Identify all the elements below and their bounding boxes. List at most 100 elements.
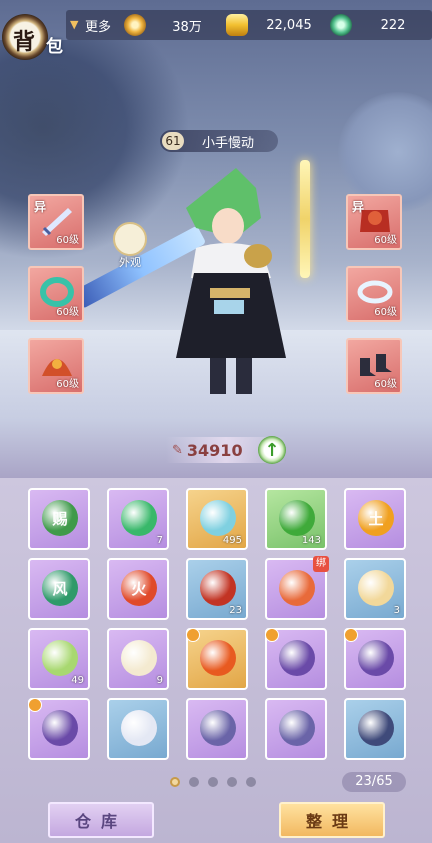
inventory-slot[interactable]: 土 xyxy=(344,488,406,550)
inventory-slot[interactable]: 23 xyxy=(186,558,248,620)
item-count: 495 xyxy=(222,535,242,546)
special-tag: 异 xyxy=(352,200,365,214)
equip-level: 60级 xyxy=(374,235,397,246)
sort-button[interactable]: 整理 xyxy=(279,802,385,838)
bag-title-badge: 背 包 xyxy=(2,14,68,60)
inventory-slot[interactable] xyxy=(344,698,406,760)
equip-slot-boots[interactable]: 60级 xyxy=(346,338,402,394)
power-value: 34910 xyxy=(186,440,243,460)
purple-pouch-icon xyxy=(42,710,78,746)
upgrade-badge-icon xyxy=(186,628,200,642)
noodle-bowl-icon xyxy=(279,570,315,606)
character-namebar: 61 小手慢动 xyxy=(160,130,278,152)
item-count: 9 xyxy=(156,675,163,686)
upgrade-badge-icon xyxy=(344,628,358,642)
inventory-slot[interactable]: 绑 xyxy=(265,556,329,620)
bag-capacity: 23/65 xyxy=(342,772,406,792)
inventory-slot[interactable]: 143 xyxy=(265,488,327,550)
title-char-1: 背 xyxy=(13,30,36,55)
inventory-slot[interactable]: 风 xyxy=(28,558,90,620)
inventory-slot[interactable] xyxy=(186,628,248,690)
page-dot[interactable] xyxy=(208,777,218,787)
chest-armor-icon xyxy=(279,710,315,746)
item-count: 3 xyxy=(393,605,400,616)
upgrade-badge-icon xyxy=(28,698,42,712)
inventory-slot[interactable] xyxy=(28,698,90,760)
item-count: 143 xyxy=(301,535,321,546)
hero-character[interactable] xyxy=(166,168,296,408)
inventory-slot[interactable]: 赐 xyxy=(28,488,90,550)
page-dot[interactable] xyxy=(170,777,180,787)
green-orb-icon xyxy=(121,500,157,536)
equip-level: 60级 xyxy=(56,235,79,246)
more-label: 更多 xyxy=(85,19,112,35)
currency-value: 38万 xyxy=(172,19,202,35)
inventory-slot[interactable] xyxy=(186,698,248,760)
white-gourd-icon xyxy=(121,640,157,676)
green-gourd-icon xyxy=(42,640,78,676)
purple-pouch-icon xyxy=(279,640,315,676)
inventory-slot[interactable]: 火 xyxy=(107,558,169,620)
equip-level: 60级 xyxy=(56,379,79,390)
equip-slot-ring[interactable]: 60级 xyxy=(346,266,402,322)
outfit-button[interactable]: 外观 xyxy=(112,222,148,269)
currency-value: 22,045 xyxy=(266,17,312,33)
equip-slot-armor[interactable]: 异 60级 xyxy=(346,194,402,250)
gift-scroll-icon: 赐 xyxy=(42,500,78,536)
equip-level: 60级 xyxy=(56,307,79,318)
earth-orb-icon: 土 xyxy=(358,500,394,536)
necklace-icon xyxy=(121,710,157,746)
inventory-slot[interactable] xyxy=(265,628,327,690)
character-level: 61 xyxy=(162,132,184,150)
equip-slot-bracelet[interactable]: 60级 xyxy=(28,266,84,322)
page-dot[interactable] xyxy=(227,777,237,787)
floating-sword xyxy=(300,160,310,278)
chevron-down-icon: ▼ xyxy=(70,18,79,31)
jar-icon xyxy=(358,710,394,746)
special-tag: 异 xyxy=(34,200,47,214)
inventory-slot[interactable]: 7 xyxy=(107,488,169,550)
inventory-slot[interactable]: 49 xyxy=(28,628,90,690)
purple-pouch-icon xyxy=(358,640,394,676)
inventory-slot[interactable]: 495 xyxy=(186,488,248,550)
more-button[interactable]: ▼ 更多 xyxy=(70,13,111,37)
item-count: 49 xyxy=(71,675,84,686)
item-count: 23 xyxy=(229,605,242,616)
currency-value: 222 xyxy=(380,17,406,33)
currency-gold[interactable]: 22,045 xyxy=(226,13,324,37)
title-char-2: 包 xyxy=(46,37,63,57)
item-count: 7 xyxy=(156,535,163,546)
character-name: 小手慢动 xyxy=(202,136,255,151)
inventory-slot[interactable] xyxy=(344,628,406,690)
equip-level: 60级 xyxy=(374,307,397,318)
outfit-icon xyxy=(113,222,147,256)
upgrade-arrow-icon[interactable]: ↑ xyxy=(258,436,286,464)
store-button[interactable]: 仓库 xyxy=(48,802,154,838)
outfit-label: 外观 xyxy=(119,256,141,269)
gold-ingot-icon xyxy=(226,14,248,36)
coin-icon xyxy=(124,14,146,36)
red-card-icon xyxy=(200,570,236,606)
wind-orb-icon: 风 xyxy=(42,570,78,606)
bound-tag: 绑 xyxy=(313,556,329,572)
equip-slot-weapon[interactable]: 异 60级 xyxy=(28,194,84,250)
fire-orb-icon: 火 xyxy=(121,570,157,606)
equip-slot-helmet[interactable]: 60级 xyxy=(28,338,84,394)
page-dot[interactable] xyxy=(189,777,199,787)
page-dot[interactable] xyxy=(246,777,256,787)
currency-jade[interactable]: 222 xyxy=(330,13,428,37)
jade-icon xyxy=(330,14,352,36)
chest-armor-icon xyxy=(200,710,236,746)
upgrade-badge-icon xyxy=(265,628,279,642)
green-pearl-icon xyxy=(279,500,315,536)
equip-level: 60级 xyxy=(374,379,397,390)
currency-coin[interactable]: 38万 xyxy=(124,13,222,37)
inventory-slot[interactable] xyxy=(107,698,169,760)
inventory-slot[interactable] xyxy=(265,698,327,760)
potion-icon xyxy=(200,500,236,536)
brush-icon: ✎ xyxy=(172,442,183,458)
inventory-slot[interactable]: 9 xyxy=(107,628,169,690)
inventory-slot[interactable]: 3 xyxy=(344,558,406,620)
fire-pouch-icon xyxy=(200,640,236,676)
page-dots xyxy=(170,777,256,787)
